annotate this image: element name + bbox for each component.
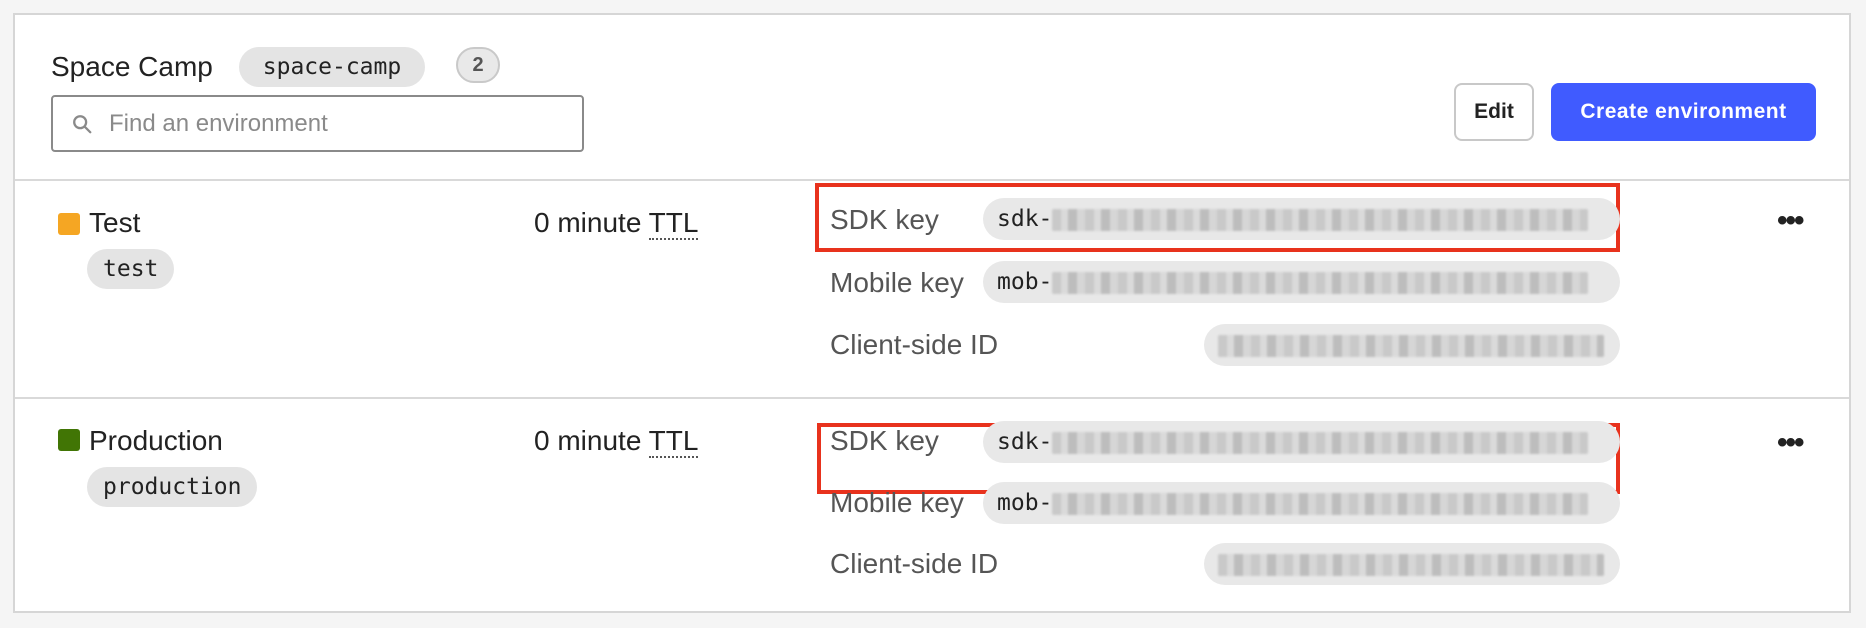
- sdk-key-redacted: [1052, 431, 1589, 454]
- environment-ttl: 0 minute TTL: [534, 423, 699, 459]
- client-side-id-redacted: [1218, 553, 1604, 576]
- mobile-key-label: Mobile key: [830, 267, 964, 298]
- environment-name[interactable]: Production: [89, 423, 223, 459]
- environment-row-production: Production production 0 minute TTL SDK k…: [15, 397, 1849, 613]
- search-icon: [73, 114, 92, 133]
- ttl-abbreviation: TTL: [648, 425, 699, 458]
- project-name: Space Camp: [51, 51, 213, 82]
- ttl-value: 0 minute: [534, 425, 649, 456]
- client-side-id-redacted: [1218, 334, 1604, 357]
- search-input[interactable]: [107, 108, 582, 139]
- ttl-abbreviation: TTL: [648, 207, 699, 240]
- sdk-key-prefix: sdk-: [997, 429, 1053, 455]
- mobile-key-redacted: [1052, 271, 1589, 294]
- sdk-key-prefix: sdk-: [997, 206, 1053, 232]
- mobile-key-prefix: mob-: [997, 269, 1053, 295]
- environment-search[interactable]: [51, 95, 584, 152]
- mobile-key-value[interactable]: mob-: [983, 261, 1620, 303]
- environments-header: Space Camp space-camp 2 Edit Create envi…: [15, 15, 1849, 181]
- environment-row-test: Test test 0 minute TTL SDK key sdk- Mobi…: [15, 179, 1849, 397]
- sdk-key-redacted: [1052, 208, 1589, 231]
- mobile-key-label: Mobile key: [830, 487, 964, 518]
- environments-panel: Space Camp space-camp 2 Edit Create envi…: [13, 13, 1851, 613]
- mobile-key-redacted: [1052, 492, 1589, 515]
- environment-color-swatch: [58, 213, 80, 235]
- environment-color-swatch: [58, 429, 80, 451]
- ttl-value: 0 minute: [534, 207, 649, 238]
- sdk-key-value[interactable]: sdk-: [983, 421, 1620, 463]
- client-side-id-value[interactable]: [1204, 543, 1620, 585]
- more-horizontal-icon[interactable]: •••: [1777, 206, 1804, 236]
- environment-key-badge: production: [87, 467, 258, 507]
- create-environment-button[interactable]: Create environment: [1551, 83, 1816, 141]
- mobile-key-value[interactable]: mob-: [983, 482, 1620, 524]
- environment-key-badge: test: [87, 249, 175, 289]
- environment-ttl: 0 minute TTL: [534, 205, 699, 241]
- sdk-key-label: SDK key: [830, 425, 939, 456]
- environment-name[interactable]: Test: [89, 205, 140, 241]
- mobile-key-prefix: mob-: [997, 490, 1053, 516]
- project-key-badge: space-camp: [239, 47, 425, 87]
- client-side-id-label: Client-side ID: [830, 548, 999, 579]
- client-side-id-label: Client-side ID: [830, 329, 999, 360]
- edit-button[interactable]: Edit: [1454, 83, 1534, 141]
- sdk-key-value[interactable]: sdk-: [983, 198, 1620, 240]
- client-side-id-value[interactable]: [1204, 324, 1620, 366]
- environment-count-badge: 2: [456, 47, 500, 83]
- sdk-key-label: SDK key: [830, 204, 939, 235]
- more-horizontal-icon[interactable]: •••: [1777, 428, 1804, 458]
